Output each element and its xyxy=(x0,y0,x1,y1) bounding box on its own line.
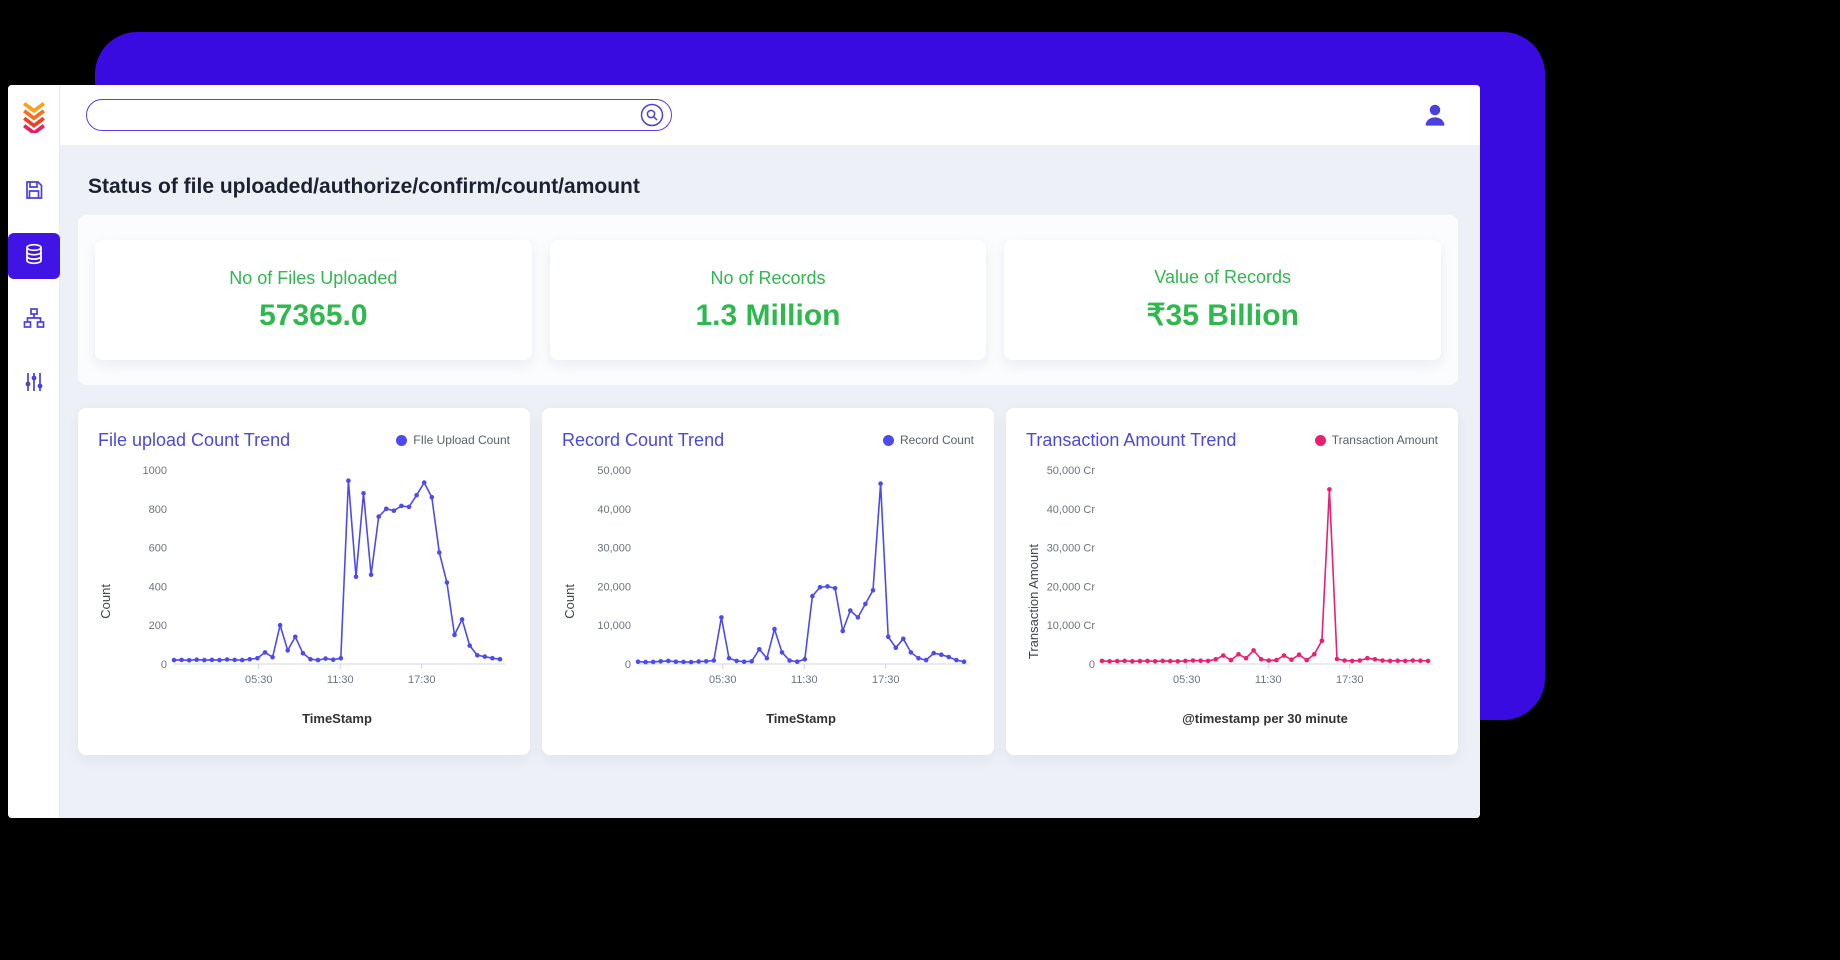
legend-dot-icon xyxy=(1314,434,1326,446)
stat-card-value-of-records: Value of Records ₹35 Billion xyxy=(1004,240,1442,360)
stat-value: ₹35 Billion xyxy=(1146,299,1299,332)
legend-dot-icon xyxy=(882,434,894,446)
svg-text:0: 0 xyxy=(1089,659,1095,671)
legend-dot-icon xyxy=(396,434,408,446)
y-axis-title: Count xyxy=(562,584,577,619)
search-icon[interactable] xyxy=(640,103,664,127)
stat-value: 1.3 Million xyxy=(695,298,841,332)
chart-title: File upload Count Trend xyxy=(98,429,291,450)
legend-label: FIle Upload Count xyxy=(413,433,510,447)
svg-text:17:30: 17:30 xyxy=(408,674,436,686)
sidebar-item-sliders[interactable] xyxy=(8,361,60,407)
svg-text:20,000: 20,000 xyxy=(597,581,631,593)
chart-legend[interactable]: FIle Upload Count xyxy=(396,433,510,447)
svg-text:11:30: 11:30 xyxy=(1255,674,1282,686)
user-avatar-icon[interactable] xyxy=(1420,100,1450,130)
svg-text:0: 0 xyxy=(625,659,631,671)
stat-label: No of Files Uploaded xyxy=(229,267,398,288)
svg-text:50,000 Cr: 50,000 Cr xyxy=(1047,465,1096,477)
svg-text:800: 800 xyxy=(149,504,167,516)
svg-text:50,000: 50,000 xyxy=(597,465,631,477)
search-bar xyxy=(86,99,672,131)
search-input[interactable] xyxy=(86,99,672,131)
x-axis-title: TimeStamp xyxy=(766,711,836,726)
sidebar-item-save[interactable] xyxy=(8,169,60,215)
database-icon xyxy=(22,242,46,271)
app-window: Status of file uploaded/authorize/confir… xyxy=(8,85,1480,818)
main-content: Status of file uploaded/authorize/confir… xyxy=(60,145,1480,818)
chart-card-transaction-amount-trend: Transaction Amount Trend Transaction Amo… xyxy=(1006,408,1458,755)
svg-text:30,000: 30,000 xyxy=(597,543,631,555)
svg-text:05:30: 05:30 xyxy=(709,674,737,686)
stat-label: No of Records xyxy=(710,267,826,288)
svg-text:40,000 Cr: 40,000 Cr xyxy=(1047,504,1096,516)
chart-title: Record Count Trend xyxy=(562,429,725,450)
y-axis-title: Count xyxy=(98,584,113,619)
line-chart-record-count: 0 10,000 20,000 30,000 40,000 50,000 05:30 11:3… xyxy=(580,458,972,709)
x-axis-title: TimeStamp xyxy=(302,711,372,726)
svg-text:600: 600 xyxy=(149,543,167,555)
svg-text:30,000 Cr: 30,000 Cr xyxy=(1047,543,1096,555)
legend-label: Record Count xyxy=(899,433,974,447)
line-chart-file-upload: 0 200 400 600 800 1000 05:30 11:30 17:30 xyxy=(116,458,508,709)
chart-legend[interactable]: Record Count xyxy=(882,433,974,447)
chart-legend[interactable]: Transaction Amount xyxy=(1314,433,1438,447)
stat-value: 57365.0 xyxy=(259,298,368,332)
svg-text:17:30: 17:30 xyxy=(1336,674,1364,686)
svg-text:1000: 1000 xyxy=(143,465,167,477)
sidebar-item-database[interactable] xyxy=(8,233,60,279)
sidebar xyxy=(8,85,60,818)
chart-card-file-upload-trend: File upload Count Trend FIle Upload Coun… xyxy=(78,408,530,755)
sitemap-icon xyxy=(22,306,46,335)
chart-title: Transaction Amount Trend xyxy=(1026,429,1237,450)
svg-text:11:30: 11:30 xyxy=(791,674,818,686)
screen: Status of file uploaded/authorize/confir… xyxy=(0,0,1840,960)
svg-text:10,000 Cr: 10,000 Cr xyxy=(1047,620,1096,632)
svg-text:0: 0 xyxy=(161,659,167,671)
top-header xyxy=(60,85,1480,145)
stat-card-files-uploaded: No of Files Uploaded 57365.0 xyxy=(95,240,532,360)
svg-text:40,000: 40,000 xyxy=(597,504,631,516)
charts-row: File upload Count Trend FIle Upload Coun… xyxy=(78,408,1458,755)
svg-text:400: 400 xyxy=(149,581,167,593)
svg-text:05:30: 05:30 xyxy=(245,674,273,686)
svg-text:20,000 Cr: 20,000 Cr xyxy=(1047,581,1096,593)
stats-panel: No of Files Uploaded 57365.0 No of Recor… xyxy=(78,215,1458,385)
sidebar-item-sitemap[interactable] xyxy=(8,297,60,343)
svg-text:05:30: 05:30 xyxy=(1173,674,1201,686)
y-axis-title: Transaction Amount xyxy=(1026,543,1041,660)
page-title: Status of file uploaded/authorize/confir… xyxy=(88,175,640,198)
save-icon xyxy=(22,178,46,207)
stat-card-records: No of Records 1.3 Million xyxy=(549,240,987,360)
svg-text:200: 200 xyxy=(149,620,167,632)
legend-label: Transaction Amount xyxy=(1331,433,1438,447)
svg-text:17:30: 17:30 xyxy=(872,674,900,686)
chart-card-record-count-trend: Record Count Trend Record Count Count 0 1… xyxy=(542,408,994,755)
svg-text:11:30: 11:30 xyxy=(327,674,354,686)
sliders-icon xyxy=(22,370,46,399)
logo-icon[interactable] xyxy=(16,99,52,135)
line-chart-transaction-amount: 0 10,000 Cr 20,000 Cr 30,000 Cr 40,000 Cr 50,… xyxy=(1044,458,1436,709)
svg-text:10,000: 10,000 xyxy=(597,620,631,632)
x-axis-title: @timestamp per 30 minute xyxy=(1182,711,1348,726)
stat-label: Value of Records xyxy=(1154,267,1292,287)
